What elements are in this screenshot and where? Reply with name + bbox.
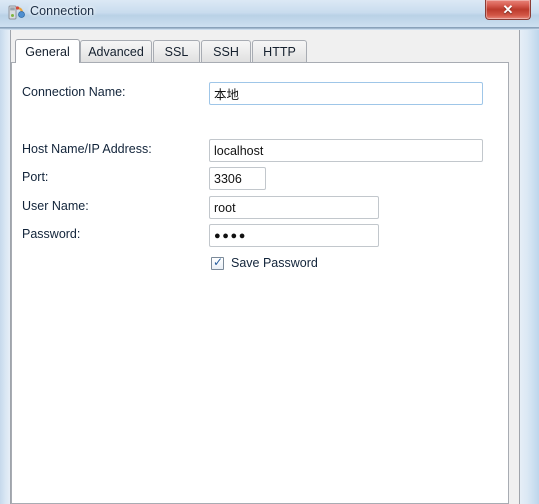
checkmark-icon: ✓ [213,254,224,269]
port-input[interactable]: 3306 [209,167,266,190]
active-tab-notch [16,62,78,64]
close-button[interactable]: ✕ [485,0,531,20]
title-bar[interactable]: Connection ✕ [0,0,539,28]
tab-advanced[interactable]: Advanced [80,40,152,62]
host-name-input[interactable]: localhost [209,139,483,162]
port-label: Port: [22,170,49,184]
connection-icon [7,4,25,22]
tab-advanced-label: Advanced [88,44,144,59]
tab-ssl-label: SSL [164,44,189,59]
tab-strip: General Advanced SSL SSH HTTP [11,39,509,63]
password-masked-value: ●●●● [214,229,247,242]
save-password-checkbox[interactable]: ✓ [211,254,224,270]
tab-ssl[interactable]: SSL [153,40,200,62]
tab-general[interactable]: General [15,39,80,63]
tab-http[interactable]: HTTP [252,40,307,62]
user-name-input[interactable]: root [209,196,379,219]
host-name-label: Host Name/IP Address: [22,142,152,156]
window-left-border [0,30,10,504]
tab-ssh[interactable]: SSH [201,40,251,62]
tab-http-label: HTTP [263,44,296,59]
general-tab-panel [11,62,509,504]
window-title: Connection [30,4,95,18]
save-password-row[interactable]: ✓ Save Password [211,254,318,272]
connection-dialog-window: Connection ✕ General Advanced SSL SSH HT… [0,0,539,504]
window-right-border [520,30,539,504]
connection-name-label: Connection Name: [22,85,126,99]
connection-name-input[interactable]: 本地 [209,82,483,105]
save-password-label: Save Password [231,256,318,270]
password-input[interactable]: ●●●● [209,224,379,247]
close-icon: ✕ [502,2,514,17]
tab-ssh-label: SSH [213,44,239,59]
user-name-label: User Name: [22,199,89,213]
tab-general-label: General [25,44,70,59]
title-underline [0,27,539,29]
password-label: Password: [22,227,81,241]
